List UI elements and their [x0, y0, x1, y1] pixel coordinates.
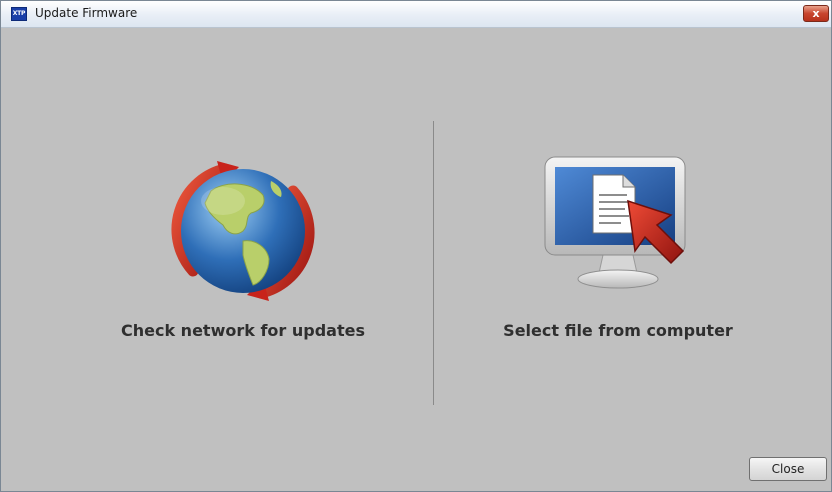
check-network-label: Check network for updates	[121, 321, 365, 340]
update-firmware-dialog: XTP Update Firmware x Check network for …	[0, 0, 832, 492]
app-icon: XTP	[11, 7, 27, 21]
title-bar[interactable]: XTP Update Firmware x	[1, 1, 831, 28]
close-button[interactable]: Close	[749, 457, 827, 481]
select-file-label: Select file from computer	[503, 321, 733, 340]
select-file-option[interactable]: Select file from computer	[468, 141, 768, 361]
monitor-document-cursor-icon	[544, 156, 686, 289]
globe-refresh-icon	[171, 161, 315, 301]
check-network-option[interactable]: Check network for updates	[93, 141, 393, 361]
window-title: Update Firmware	[35, 6, 138, 20]
window-close-button[interactable]: x	[803, 5, 829, 22]
divider	[433, 121, 434, 405]
